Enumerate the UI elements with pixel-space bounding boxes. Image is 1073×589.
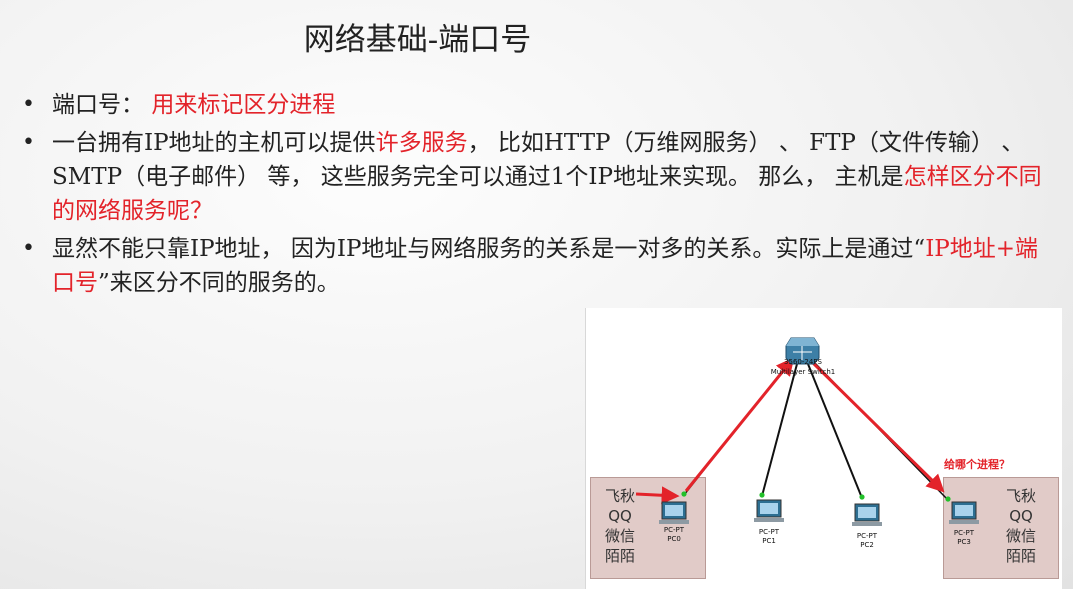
bullet-ip-plus-port: • 显然不能只靠IP地址， 因为IP地址与网络服务的关系是一对多的关系。实际上是… bbox=[20, 232, 1045, 300]
arrow-switch-to-pc3 bbox=[808, 358, 945, 493]
process-feiqiu: 飞秋 bbox=[1005, 487, 1036, 505]
process-momo: 陌陌 bbox=[604, 547, 635, 565]
port-dot bbox=[759, 492, 765, 498]
arrow-pc0-to-switch bbox=[684, 357, 795, 492]
topology-drawing bbox=[635, 337, 979, 526]
process-momo: 陌陌 bbox=[1005, 547, 1036, 565]
switch-model-label: 3560-24PS bbox=[784, 358, 822, 366]
pc1-type-label: PC-PT bbox=[758, 528, 780, 536]
bullet-port-definition: • 端口号： 用来标记区分进程 bbox=[20, 88, 1045, 122]
process-wechat: 微信 bbox=[604, 527, 635, 545]
switch-name-label: Multilayer Switch1 bbox=[770, 368, 836, 376]
pc2-type-label: PC-PT bbox=[856, 532, 878, 540]
bullet-dot: • bbox=[22, 130, 35, 155]
port-dot bbox=[859, 494, 865, 500]
bullet-highlight-segment: 许多服务 bbox=[375, 130, 468, 156]
which-process-question: 给哪个进程？ bbox=[944, 458, 1010, 471]
process-qq: QQ bbox=[608, 507, 632, 525]
right-process-list: 飞秋 QQ 微信 陌陌 bbox=[999, 486, 1043, 566]
bullet-text-segment: ”来区分不同的服务的。 bbox=[98, 270, 340, 296]
bullet-dot: • bbox=[22, 236, 35, 261]
bullet-text-segment: 显然不能只靠IP地址， 因为IP地址与网络服务的关系是一对多的关系。实际上是通过… bbox=[52, 236, 926, 262]
pc2-name-label: PC2 bbox=[860, 541, 874, 549]
process-feiqiu: 飞秋 bbox=[604, 487, 635, 505]
slide-title: 网络基础-端口号 bbox=[303, 22, 532, 58]
pc-icon-pc2 bbox=[852, 503, 882, 526]
pc1-name-label: PC1 bbox=[762, 537, 776, 545]
port-dot bbox=[681, 491, 687, 497]
bullet-highlight-segment: 用来标记区分进程 bbox=[151, 92, 336, 118]
bullet-text-segment: 端口号： bbox=[52, 92, 152, 118]
process-wechat: 微信 bbox=[1005, 527, 1036, 545]
pc0-name-label: PC0 bbox=[667, 535, 681, 543]
bullet-text-segment: 一台拥有IP地址的主机可以提供 bbox=[52, 130, 376, 156]
pc3-type-label: PC-PT bbox=[953, 529, 975, 537]
pc0-type-label: PC-PT bbox=[663, 526, 685, 534]
port-dot bbox=[945, 496, 951, 502]
arrow-app-to-pc0 bbox=[635, 486, 680, 505]
left-process-list: 飞秋 QQ 微信 陌陌 bbox=[598, 486, 642, 566]
pc-icon-pc1 bbox=[754, 499, 784, 522]
bullet-dot: • bbox=[22, 92, 35, 117]
pc3-name-label: PC3 bbox=[957, 538, 971, 546]
bullet-host-services: • 一台拥有IP地址的主机可以提供许多服务， 比如HTTP（万维网服务） 、 F… bbox=[20, 126, 1045, 228]
bullet-list: • 端口号： 用来标记区分进程 • 一台拥有IP地址的主机可以提供许多服务， 比… bbox=[20, 88, 1045, 304]
pc-icon-pc0 bbox=[659, 501, 689, 524]
pc-icon-pc3 bbox=[949, 501, 979, 524]
link-switch-pc1 bbox=[761, 363, 798, 497]
network-diagram: 3560-24PS Multilayer Switch1 PC-PT PC0 P… bbox=[585, 308, 1062, 589]
process-qq: QQ bbox=[1009, 507, 1033, 525]
